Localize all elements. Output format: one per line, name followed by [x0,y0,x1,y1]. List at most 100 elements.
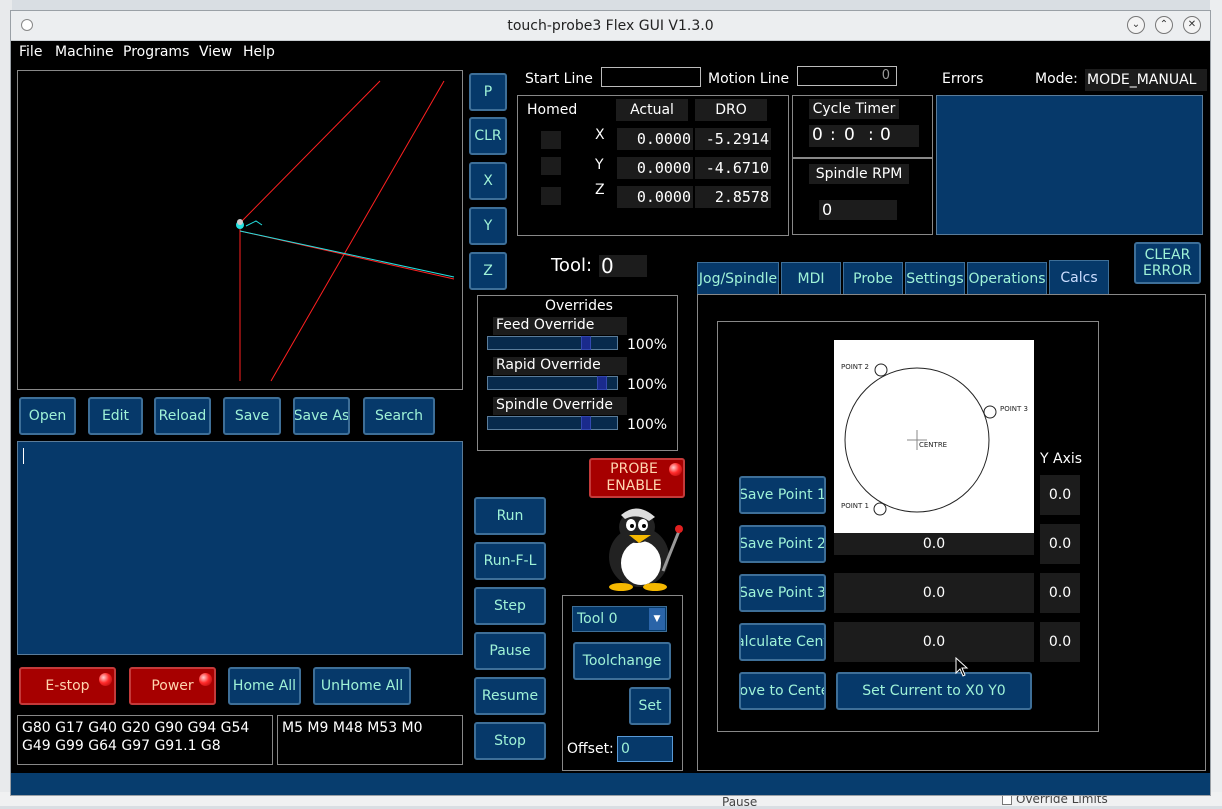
rapid-override-handle[interactable] [597,376,607,390]
tool-label: Tool: [551,255,593,276]
tab-settings[interactable]: Settings [905,262,965,295]
plot-p-button[interactable]: P [469,73,507,111]
axis-label-y: Y [595,157,604,173]
point-1-y-value: 0.0 [1040,475,1080,515]
move-to-center-button[interactable]: love to Cente [739,672,826,710]
offset-input[interactable]: 0 [617,736,673,762]
menu-machine[interactable]: Machine [55,41,114,65]
power-label: Power [151,678,194,694]
spindle-rpm-value: 0 [819,200,897,220]
clear-error-button[interactable]: CLEAR ERROR [1134,242,1201,284]
errors-label: Errors [942,71,984,87]
timer-seconds: 0 [880,125,891,145]
plot-y-button[interactable]: Y [469,207,507,245]
point-3-text: POINT 3 [1000,405,1028,413]
tab-probe[interactable]: Probe [843,262,903,295]
tool-origin-icon [237,219,243,225]
feed-override-handle[interactable] [581,336,591,350]
dro-x: -5.2914 [695,128,771,150]
edit-button[interactable]: Edit [88,397,143,435]
chevron-down-icon[interactable]: ▼ [649,608,665,630]
tab-mdi[interactable]: MDI [781,262,841,295]
plot-axis-line [270,80,445,382]
timer-sep-2: : [868,125,874,145]
save-point-3-button[interactable]: Save Point 3 [739,574,826,612]
circle-diagram: POINT 2 POINT 3 POINT 1 CENTRE [834,340,1034,540]
step-button[interactable]: Step [474,587,546,625]
save-point-1-button[interactable]: Save Point 1 [739,476,826,514]
estop-button[interactable]: E-stop [19,667,116,705]
resume-button[interactable]: Resume [474,677,546,715]
pause-button[interactable]: Pause [474,632,546,670]
plot-path-line [239,230,455,278]
save-as-button[interactable]: Save As [293,397,350,435]
actual-y: 0.0000 [617,157,693,179]
maximize-icon[interactable]: ⌃ [1155,16,1173,34]
point-3-y-value: 0.0 [1040,573,1080,613]
axis-label-x: X [595,127,605,143]
cycle-timer-display [809,125,919,147]
actual-z: 0.0000 [617,186,693,208]
run-from-line-button[interactable]: Run-F-L [474,542,546,580]
home-all-button[interactable]: Home All [228,667,301,705]
stop-button[interactable]: Stop [474,722,546,760]
errors-display [936,95,1203,235]
save-point-2-button[interactable]: Save Point 2 [739,525,826,563]
tab-jog-spindle[interactable]: Jog/Spindle [697,262,779,295]
plot-canvas [236,80,455,382]
feed-override-value: 100% [627,337,668,353]
homed-indicator-y [541,157,561,175]
center-x-value: 0.0 [834,622,1034,662]
point-2-y-value: 0.0 [1040,524,1080,564]
plot-z-button[interactable]: Z [469,252,507,290]
estop-label: E-stop [45,678,90,694]
title-bar: touch-probe3 Flex GUI V1.3.0 ⌄ ⌃ ✕ [11,11,1210,41]
minimize-icon[interactable]: ⌄ [1127,16,1145,34]
feed-override-slider[interactable] [487,336,618,350]
gcode-editor[interactable] [17,441,463,655]
menu-help[interactable]: Help [243,41,275,65]
menu-view[interactable]: View [199,41,232,65]
search-button[interactable]: Search [363,397,435,435]
tab-operations[interactable]: Operations [967,262,1047,295]
rapid-override-value: 100% [627,377,668,393]
spindle-override-handle[interactable] [581,416,591,430]
save-button[interactable]: Save [223,397,281,435]
dro-y: -4.6710 [695,157,771,179]
plot-x-button[interactable]: X [469,162,507,200]
point-2-marker [874,363,888,377]
mode-value: MODE_MANUAL [1085,69,1207,91]
probe-enable-button[interactable]: PROBE ENABLE [589,458,685,498]
close-icon[interactable]: ✕ [1183,16,1201,34]
probe-enable-label: PROBE ENABLE [606,461,662,494]
toolpath-plot[interactable] [17,70,463,390]
point-3-marker [983,405,997,419]
calculate-center-button[interactable]: alculate Cent [739,623,826,661]
rapid-override-slider[interactable] [487,376,618,390]
menu-file[interactable]: File [19,41,42,65]
centre-text: CENTRE [919,441,948,449]
tab-calcs[interactable]: Calcs [1049,260,1109,295]
timer-minutes: 0 [844,125,855,145]
mode-label: Mode: [1035,71,1078,87]
open-button[interactable]: Open [19,397,76,435]
toolchange-button[interactable]: Toolchange [573,642,671,680]
menu-bar: File Machine Programs View Help [11,41,1210,65]
tool-select-dropdown[interactable]: Tool 0 ▼ [572,606,667,632]
set-current-x0y0-button[interactable]: Set Current to X0 Y0 [836,672,1032,710]
feed-override-label: Feed Override [493,317,627,335]
point-2-x-value: 0.0 [834,533,1034,555]
power-button[interactable]: Power [129,667,216,705]
reload-button[interactable]: Reload [154,397,211,435]
point-1-marker [873,502,887,516]
power-led-icon [199,673,212,686]
run-button[interactable]: Run [474,497,546,535]
spindle-override-slider[interactable] [487,416,618,430]
menu-programs[interactable]: Programs [123,41,189,65]
start-line-input[interactable] [601,67,701,87]
plot-clear-button[interactable]: CLR [469,117,507,155]
homed-indicator-z [541,187,561,205]
unhome-all-button[interactable]: UnHome All [313,667,411,705]
set-tool-button[interactable]: Set [629,687,671,725]
overrides-title: Overrides [545,298,613,314]
